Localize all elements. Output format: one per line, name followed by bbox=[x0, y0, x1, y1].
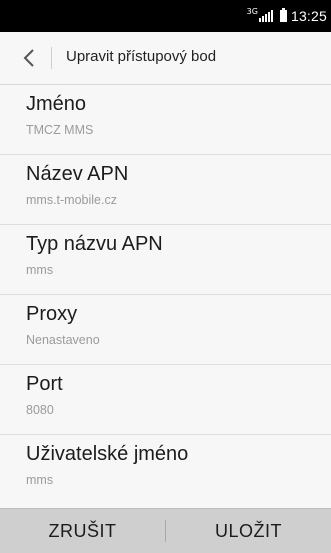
apn-field-name[interactable]: Jméno TMCZ MMS bbox=[0, 85, 331, 155]
field-label: Název APN bbox=[26, 163, 129, 185]
field-value: mms.t-mobile.cz bbox=[26, 193, 117, 207]
battery-icon bbox=[279, 8, 287, 22]
cancel-button[interactable]: ZRUŠIT bbox=[0, 509, 165, 553]
status-bar: 3G 13:25 bbox=[0, 0, 331, 32]
network-type-label: 3G bbox=[246, 6, 258, 16]
field-label: Jméno bbox=[26, 93, 87, 115]
apn-field-apn[interactable]: Název APN mms.t-mobile.cz bbox=[0, 155, 331, 225]
field-label: Uživatelské jméno bbox=[26, 443, 189, 465]
field-label: Typ názvu APN bbox=[26, 233, 163, 255]
save-button[interactable]: ULOŽIT bbox=[166, 509, 331, 553]
app-header: Upravit přístupový bod bbox=[0, 32, 331, 85]
field-value: mms bbox=[26, 263, 54, 277]
header-divider bbox=[51, 47, 52, 69]
status-indicators: 3G 13:25 bbox=[247, 0, 327, 32]
signal-bars-icon bbox=[258, 10, 273, 22]
apn-field-apn-type[interactable]: Typ názvu APN mms bbox=[0, 225, 331, 295]
apn-field-port[interactable]: Port 8080 bbox=[0, 365, 331, 435]
bottom-action-bar: ZRUŠIT ULOŽIT bbox=[0, 508, 331, 553]
status-time: 13:25 bbox=[290, 8, 327, 24]
field-label: Proxy bbox=[26, 303, 78, 325]
chevron-left-icon[interactable] bbox=[14, 43, 44, 73]
field-value: TMCZ MMS bbox=[26, 123, 94, 137]
apn-settings-list: Jméno TMCZ MMS Název APN mms.t-mobile.cz… bbox=[0, 85, 331, 505]
page-title: Upravit přístupový bod bbox=[66, 48, 217, 65]
field-value: 8080 bbox=[26, 403, 54, 417]
apn-field-proxy[interactable]: Proxy Nenastaveno bbox=[0, 295, 331, 365]
field-value: mms bbox=[26, 473, 54, 487]
field-value: Nenastaveno bbox=[26, 333, 100, 347]
apn-field-username[interactable]: Uživatelské jméno mms bbox=[0, 435, 331, 505]
field-label: Port bbox=[26, 373, 63, 395]
